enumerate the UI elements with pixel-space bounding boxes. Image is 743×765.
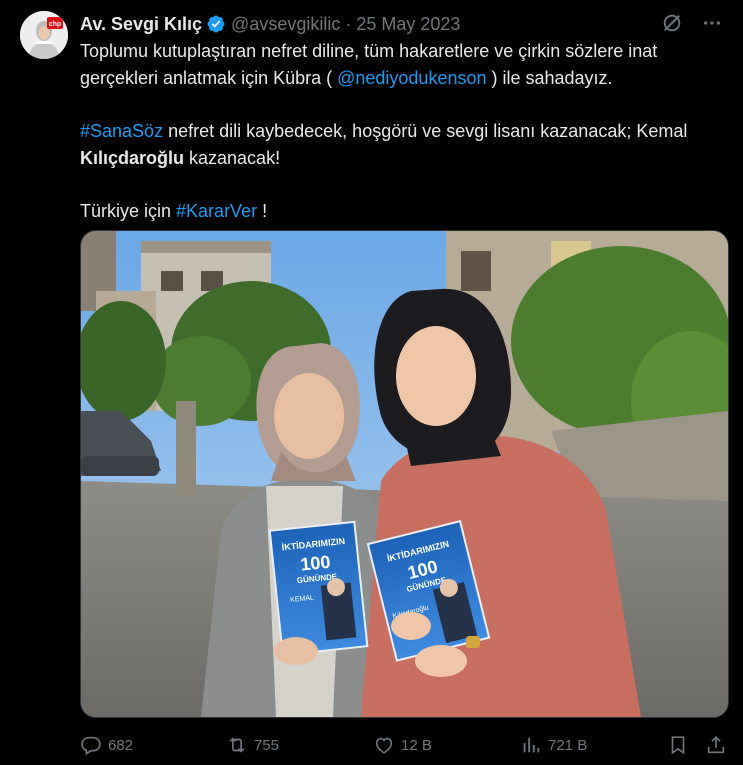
grok-icon[interactable] (661, 12, 683, 34)
author-handle[interactable]: @avsevgikilic (231, 14, 340, 35)
author-name[interactable]: Av. Sevgi Kılıç (80, 14, 202, 35)
avatar-image: chp (20, 11, 68, 59)
hashtag-link[interactable]: #KararVer (176, 201, 257, 221)
views-icon (523, 737, 540, 753)
verified-badge-icon (207, 15, 225, 33)
more-icon[interactable] (701, 12, 723, 34)
reply-button[interactable]: 682 (80, 731, 133, 759)
repost-button[interactable]: 755 (226, 731, 279, 759)
bookmark-button[interactable] (667, 731, 695, 759)
like-count: 12 B (401, 736, 432, 754)
tweet-date[interactable]: 25 May 2023 (356, 14, 460, 35)
tweet-text: Toplumu kutuplaştıran nefret diline, tüm… (80, 38, 740, 225)
tweet-line-3: #SanaSöz nefret dili kaybedecek, hoşgörü… (80, 121, 688, 141)
author-avatar[interactable]: chp (20, 11, 68, 59)
svg-text:chp: chp (49, 21, 61, 28)
share-icon (707, 736, 725, 754)
tweet-line-5: Türkiye için #KararVer ! (80, 201, 268, 221)
bold-name: Kılıçdaroğlu (80, 148, 185, 168)
action-bar: 682 755 12 B 721 B (80, 731, 728, 759)
like-button[interactable]: 12 B (373, 731, 432, 759)
reply-count: 682 (108, 736, 134, 754)
tweet-photo[interactable]: İKTİDARIMIZIN 100 GÜNÜNDE KEMAL İKTİDARI… (80, 230, 729, 718)
tweet-line-1: Toplumu kutuplaştıran nefret diline, tüm… (80, 41, 658, 61)
tweet-line-2: gerçekleri anlatmak için Kübra ( @nediyo… (80, 68, 613, 88)
repost-count: 755 (254, 736, 280, 754)
reply-icon (81, 736, 101, 756)
share-button[interactable] (705, 731, 733, 759)
photo-scene: İKTİDARIMIZIN 100 GÜNÜNDE KEMAL İKTİDARI… (81, 231, 728, 717)
svg-text:100: 100 (299, 552, 331, 575)
hashtag-link[interactable]: #SanaSöz (80, 121, 163, 141)
repost-icon (229, 737, 245, 753)
tweet-header: Av. Sevgi Kılıç @avsevgikilic · 25 May 2… (80, 12, 723, 36)
separator-dot: · (345, 13, 352, 34)
views-button[interactable]: 721 B (520, 731, 587, 759)
views-count: 721 B (548, 736, 588, 754)
tweet-line-4: Kılıçdaroğlu kazanacak! (80, 148, 281, 168)
like-icon (375, 737, 393, 754)
bookmark-icon (671, 736, 685, 755)
mention-link[interactable]: @nediyodukenson (337, 68, 486, 88)
